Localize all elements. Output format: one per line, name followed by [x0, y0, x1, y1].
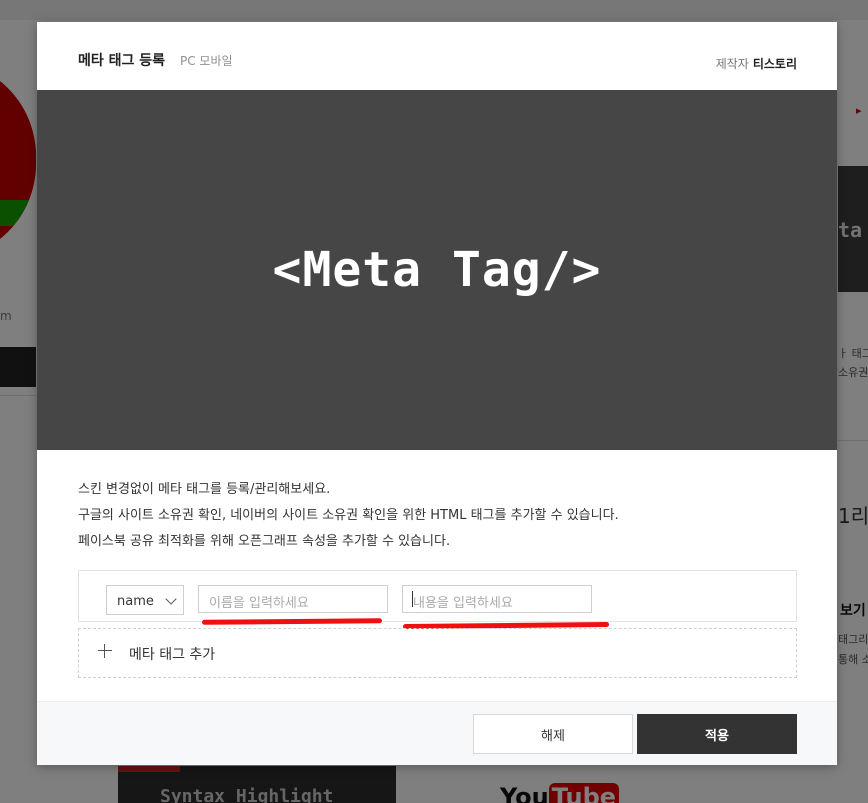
meta-name-placeholder: 이름을 입력하세요	[209, 596, 309, 611]
description-line: 구글의 사이트 소유권 확인, 네이버의 사이트 소유권 확인을 위한 HTML…	[78, 508, 619, 523]
apply-button[interactable]: 적용	[637, 714, 797, 754]
modal-footer: 해제 적용	[37, 701, 837, 765]
maker-label: 제작자	[715, 57, 749, 71]
description-line: 페이스북 공유 최적화를 위해 오픈그래프 속성을 추가할 수 있습니다.	[78, 534, 451, 549]
preview-title: <Meta Tag/>	[272, 242, 602, 298]
meta-name-input[interactable]: 이름을 입력하세요	[198, 585, 388, 613]
meta-type-value: name	[117, 594, 154, 609]
meta-tag-modal: 메타 태그 등록 PC 모바일 제작자 티스토리 <Meta Tag/> 스킨 변…	[37, 22, 837, 765]
meta-content-placeholder: 내용을 입력하세요	[413, 596, 513, 611]
meta-content-input[interactable]: 내용을 입력하세요	[402, 585, 592, 613]
preview-banner: <Meta Tag/>	[37, 90, 837, 450]
plus-icon	[97, 643, 113, 659]
chevron-down-icon	[165, 593, 177, 605]
add-meta-tag-button[interactable]: 메타 태그 추가	[78, 628, 797, 678]
modal-header: 메타 태그 등록 PC 모바일 제작자 티스토리	[37, 22, 837, 90]
annotation-underline	[201, 618, 383, 625]
device-support-label: PC 모바일	[180, 54, 233, 68]
text-cursor	[412, 591, 413, 607]
description: 스킨 변경없이 메타 태그를 등록/관리해보세요. 구글의 사이트 소유권 확인…	[78, 477, 619, 555]
add-meta-tag-label: 메타 태그 추가	[129, 647, 216, 663]
modal-title: 메타 태그 등록	[78, 53, 166, 69]
maker-info: 제작자 티스토리	[716, 55, 797, 72]
maker-name: 티스토리	[752, 57, 797, 71]
cancel-button[interactable]: 해제	[473, 714, 633, 754]
description-line: 스킨 변경없이 메타 태그를 등록/관리해보세요.	[78, 482, 331, 497]
meta-tag-row: name 이름을 입력하세요 내용을 입력하세요	[78, 570, 797, 630]
meta-type-select[interactable]: name	[106, 585, 184, 615]
